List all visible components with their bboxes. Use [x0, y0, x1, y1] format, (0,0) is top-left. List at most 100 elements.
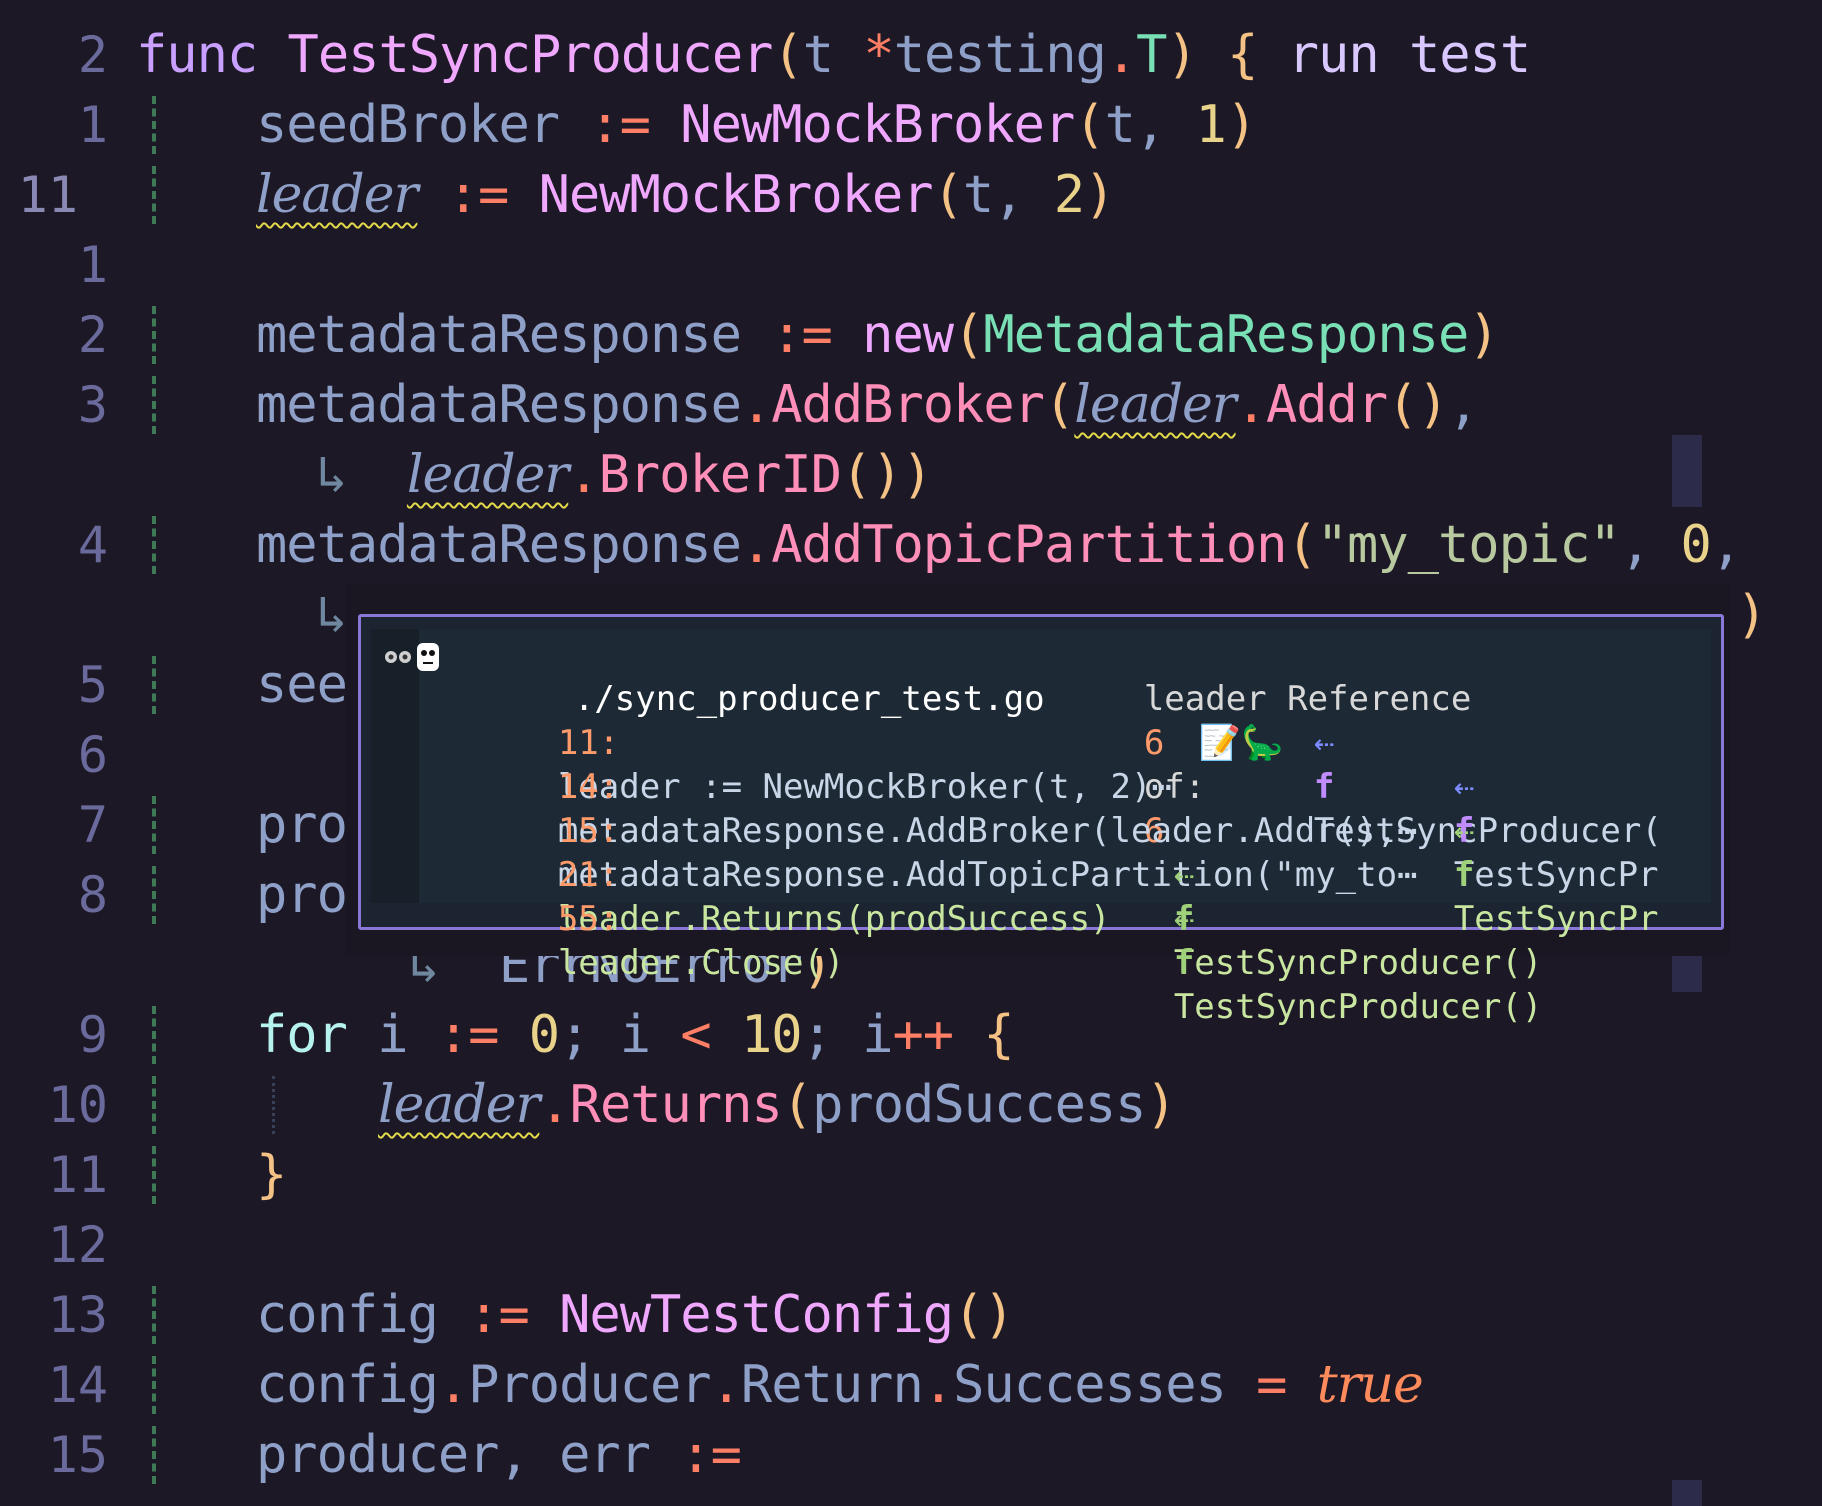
code-line[interactable]: 11 leader := NewMockBroker(t, 2) — [0, 160, 1822, 230]
scrollbar-mark — [1672, 435, 1702, 507]
code-token: Return — [740, 1355, 924, 1415]
code-token: leader — [1074, 375, 1236, 435]
code-token: ( — [1043, 375, 1075, 435]
line-number: 7 — [77, 796, 108, 854]
code-token: ) — [1084, 165, 1115, 225]
reference-code: leader.Close() — [557, 943, 845, 983]
code-token: ) — [901, 445, 933, 505]
code-line[interactable]: 2 func TestSyncProducer(t *testing.T) { r… — [0, 20, 1822, 90]
code-token: TestSyncProducer — [287, 25, 774, 85]
code-token: := — [468, 1285, 560, 1345]
code-token: BrokerID — [598, 445, 842, 505]
code-text[interactable]: } — [256, 1140, 287, 1210]
code-token: () — [953, 1285, 1015, 1345]
code-token: NewMockBroker — [538, 165, 934, 225]
code-line[interactable]: 4 metadataResponse.AddTopicPartition("my_… — [0, 510, 1822, 580]
code-text[interactable]: seedBroker := NewMockBroker(t, 1) — [256, 90, 1257, 160]
code-token: := — [447, 165, 539, 225]
code-text[interactable]: producer, err := — [256, 1420, 742, 1490]
indent-guide — [152, 166, 156, 224]
code-token: AddBroker — [771, 375, 1045, 435]
code-token: ) — [1736, 585, 1767, 645]
code-token: pro — [256, 865, 348, 925]
line-number: 11 — [47, 1146, 108, 1204]
code-token: . — [740, 515, 772, 575]
code-token: config — [256, 1285, 469, 1345]
references-popup[interactable]: ./sync_producer_test.go leader Reference… — [358, 614, 1724, 1027]
code-token: func — [136, 25, 288, 85]
code-token: prodSuccess — [812, 1075, 1146, 1135]
line-number: 6 — [77, 726, 108, 784]
code-token: ) — [1166, 25, 1197, 85]
code-token: . — [740, 375, 772, 435]
indent-guide — [152, 1146, 156, 1204]
code-text[interactable]: pro — [256, 790, 348, 860]
code-token: . — [1105, 25, 1137, 85]
code-token: testing — [893, 25, 1107, 85]
code-token: 1 — [1195, 95, 1227, 155]
code-line[interactable]: 9 for i := 0; i < 10; i++ { — [0, 1000, 1822, 1070]
line-number: 4 — [77, 516, 108, 574]
code-line[interactable]: 3 metadataResponse.AddBroker(leader.Addr(… — [0, 370, 1822, 440]
code-token: see — [256, 655, 348, 715]
code-text[interactable]: metadataResponse.AddTopicPartition("my_t… — [256, 510, 1742, 580]
code-line[interactable]: 2 metadataResponse := new(MetadataRespons… — [0, 300, 1822, 370]
reference-row[interactable]: 11: leader := NewMockBroker(t, 2)⋯ — [435, 677, 1172, 807]
function-icon: f — [1173, 943, 1195, 983]
code-token: AddTopicPartition — [771, 515, 1287, 575]
code-token: seedBroker — [256, 95, 590, 155]
code-text[interactable]: pro — [256, 860, 348, 930]
code-text[interactable]: ↳ leader.BrokerID()) — [316, 440, 933, 510]
code-line[interactable]: 13 config := NewTestConfig() — [0, 1280, 1822, 1350]
owl-icon — [385, 643, 439, 671]
code-text[interactable]: see — [256, 650, 348, 720]
line-number: 2 — [77, 306, 108, 364]
code-token: := — [771, 305, 863, 365]
code-text[interactable]: metadataResponse.AddBroker(leader.Addr()… — [256, 370, 1479, 440]
code-line[interactable]: 12 — [0, 1210, 1822, 1280]
code-line[interactable]: 11} — [0, 1140, 1822, 1210]
code-token: i — [377, 1005, 438, 1065]
code-token: * — [863, 25, 894, 85]
code-token: . — [922, 1355, 954, 1415]
code-text[interactable]: func TestSyncProducer(t *testing.T) { ru… — [136, 20, 1531, 90]
code-token: < — [680, 1005, 741, 1065]
code-token: Successes — [953, 1355, 1257, 1415]
code-token: ↳ — [316, 585, 347, 645]
code-line[interactable]: 14 config.Producer.Return.Successes = tru… — [0, 1350, 1822, 1420]
reference-row[interactable]: 15: metadataResponse.AddTopicPartition("… — [435, 765, 1418, 895]
reference-row-func: ⇠ f TestSyncPr — [1331, 721, 1659, 895]
line-number: 5 — [77, 656, 108, 714]
references-popup-body: ./sync_producer_test.go leader Reference… — [371, 629, 1711, 1027]
code-text[interactable]: config := NewTestConfig() — [256, 1280, 1015, 1350]
reference-row[interactable]: 21: leader.Returns(prodSuccess) — [435, 809, 1111, 939]
indent-guide — [152, 1006, 156, 1064]
code-text[interactable]: leader := NewMockBroker(t, 2) — [256, 160, 1115, 230]
reference-row[interactable]: 14: metadataResponse.AddBroker(leader.Ad… — [435, 721, 1418, 851]
code-line[interactable]: 1 — [0, 230, 1822, 300]
code-token: Addr — [1265, 375, 1388, 435]
code-text[interactable]: for i := 0; i < 10; i++ { — [256, 1000, 1015, 1070]
popup-file-path: ./sync_producer_test.go — [451, 633, 1045, 719]
code-token: producer, err — [256, 1425, 681, 1485]
code-line[interactable]: ↳ leader.BrokerID()) — [0, 440, 1822, 510]
code-token: 0 — [1680, 515, 1711, 575]
code-text[interactable]: leader.Returns(prodSuccess) — [378, 1070, 1177, 1140]
code-token: NewMockBroker — [680, 95, 1075, 155]
code-line[interactable]: 10 leader.Returns(prodSuccess) — [0, 1070, 1822, 1140]
code-text[interactable]: metadataResponse := new(MetadataResponse… — [256, 300, 1500, 370]
line-number: 2 — [77, 26, 108, 84]
reference-row-func: ⇠ f TestSyncProducer() — [1051, 809, 1542, 983]
code-line[interactable]: 15 producer, err := — [0, 1420, 1822, 1490]
code-text[interactable]: config.Producer.Return.Successes = true — [256, 1350, 1424, 1420]
code-token: pro — [256, 795, 348, 855]
code-token: ) — [1225, 95, 1257, 155]
code-line[interactable]: 1 seedBroker := NewMockBroker(t, 1) — [0, 90, 1822, 160]
code-token: t, — [1104, 95, 1196, 155]
code-token: ( — [1074, 95, 1105, 155]
code-token: := — [680, 1425, 742, 1485]
reference-function: TestSyncProducer() — [1173, 943, 1543, 983]
code-text[interactable]: ↳ — [316, 580, 347, 650]
reference-row[interactable]: 55: leader.Close() — [435, 853, 845, 983]
code-token: true — [1316, 1355, 1424, 1415]
